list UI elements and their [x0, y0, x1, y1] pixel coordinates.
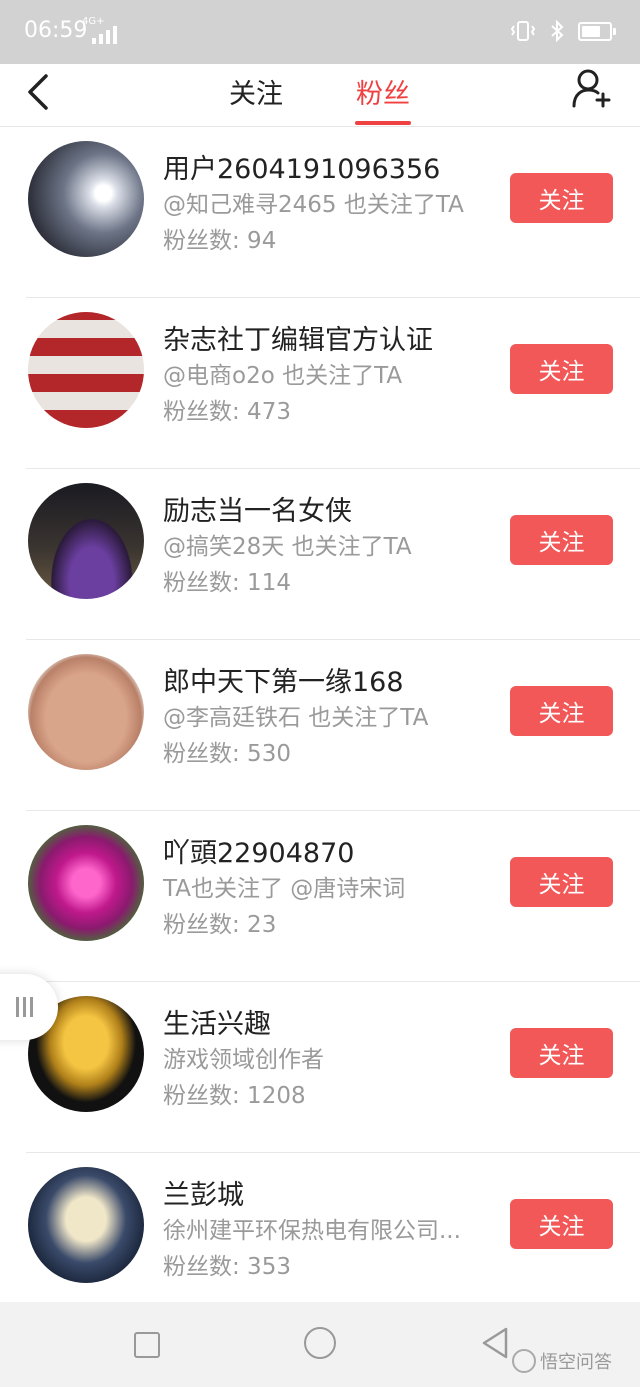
user-subtitle: @搞笑28天 也关注了TA [163, 534, 412, 560]
avatar[interactable] [28, 483, 144, 599]
user-subtitle: @电商o2o 也关注了TA [163, 363, 403, 389]
list-item[interactable]: 生活兴趣 游戏领域创作者 粉丝数: 1208 关注 [26, 982, 640, 1153]
add-user-icon[interactable] [572, 66, 612, 110]
follow-button[interactable]: 关注 [510, 173, 613, 223]
list-item[interactable]: 兰彭城 徐州建平环保热电有限公司... 粉丝数: 353 关注 [26, 1153, 640, 1324]
watermark-logo-icon [512, 1349, 536, 1373]
avatar[interactable] [28, 1167, 144, 1283]
home-icon[interactable] [304, 1327, 336, 1359]
user-subtitle: 徐州建平环保热电有限公司... [163, 1218, 461, 1244]
recent-apps-icon[interactable] [134, 1332, 160, 1358]
status-time: 06:59 [24, 18, 88, 43]
user-name[interactable]: 郎中天下第一缘168 [163, 660, 404, 699]
user-name[interactable]: 吖頭22904870 [163, 831, 354, 870]
tab-fans[interactable]: 粉丝 [356, 72, 410, 111]
system-nav-bar: 悟空问答 [0, 1302, 640, 1387]
follow-button[interactable]: 关注 [510, 1199, 613, 1249]
watermark-text: 悟空问答 [540, 1352, 612, 1373]
user-name[interactable]: 杂志社丁编辑官方认证 [163, 318, 433, 357]
fans-count: 粉丝数: 530 [163, 741, 291, 767]
avatar[interactable] [28, 312, 144, 428]
watermark: 悟空问答 [512, 1348, 612, 1374]
user-subtitle: @李高廷铁石 也关注了TA [163, 705, 429, 731]
user-name[interactable]: 兰彭城 [163, 1173, 244, 1212]
avatar[interactable] [28, 654, 144, 770]
follow-button[interactable]: 关注 [510, 686, 613, 736]
nav-back-icon[interactable] [480, 1326, 510, 1360]
list-item[interactable]: 励志当一名女侠 @搞笑28天 也关注了TA 粉丝数: 114 关注 [26, 469, 640, 640]
follow-button[interactable]: 关注 [510, 857, 613, 907]
avatar[interactable] [28, 825, 144, 941]
vibrate-icon [510, 21, 536, 41]
user-name[interactable]: 生活兴趣 [163, 1002, 271, 1041]
battery-icon [578, 21, 616, 41]
list-item[interactable]: 用户2604191096356 @知己难寻2465 也关注了TA 粉丝数: 94… [26, 127, 640, 298]
back-arrow-icon[interactable] [22, 70, 66, 114]
tab-following[interactable]: 关注 [229, 72, 283, 111]
list-item[interactable]: 吖頭22904870 TA也关注了 @唐诗宋词 粉丝数: 23 关注 [26, 811, 640, 982]
follow-button[interactable]: 关注 [510, 1028, 613, 1078]
list-item[interactable]: 杂志社丁编辑官方认证 @电商o2o 也关注了TA 粉丝数: 473 关注 [26, 298, 640, 469]
user-subtitle: TA也关注了 @唐诗宋词 [163, 876, 406, 902]
bluetooth-icon [551, 20, 564, 42]
user-subtitle: 游戏领域创作者 [163, 1047, 324, 1073]
list-item[interactable]: 郎中天下第一缘168 @李高廷铁石 也关注了TA 粉丝数: 530 关注 [26, 640, 640, 811]
signal-icon [92, 26, 117, 44]
fans-count: 粉丝数: 353 [163, 1254, 291, 1280]
user-name[interactable]: 励志当一名女侠 [163, 489, 352, 528]
fans-list: 用户2604191096356 @知己难寻2465 也关注了TA 粉丝数: 94… [0, 127, 640, 1324]
fans-count: 粉丝数: 473 [163, 399, 291, 425]
follow-button[interactable]: 关注 [510, 515, 613, 565]
follow-button[interactable]: 关注 [510, 344, 613, 394]
user-subtitle: @知己难寻2465 也关注了TA [163, 192, 464, 218]
fans-count: 粉丝数: 94 [163, 228, 277, 254]
fans-count: 粉丝数: 1208 [163, 1083, 306, 1109]
header-bar: 关注 粉丝 [0, 64, 640, 127]
avatar[interactable] [28, 141, 144, 257]
status-bar: 06:59 4G+ [0, 0, 640, 64]
active-tab-indicator [355, 121, 411, 125]
fans-count: 粉丝数: 23 [163, 912, 277, 938]
user-name[interactable]: 用户2604191096356 [163, 147, 440, 186]
fans-count: 粉丝数: 114 [163, 570, 291, 596]
